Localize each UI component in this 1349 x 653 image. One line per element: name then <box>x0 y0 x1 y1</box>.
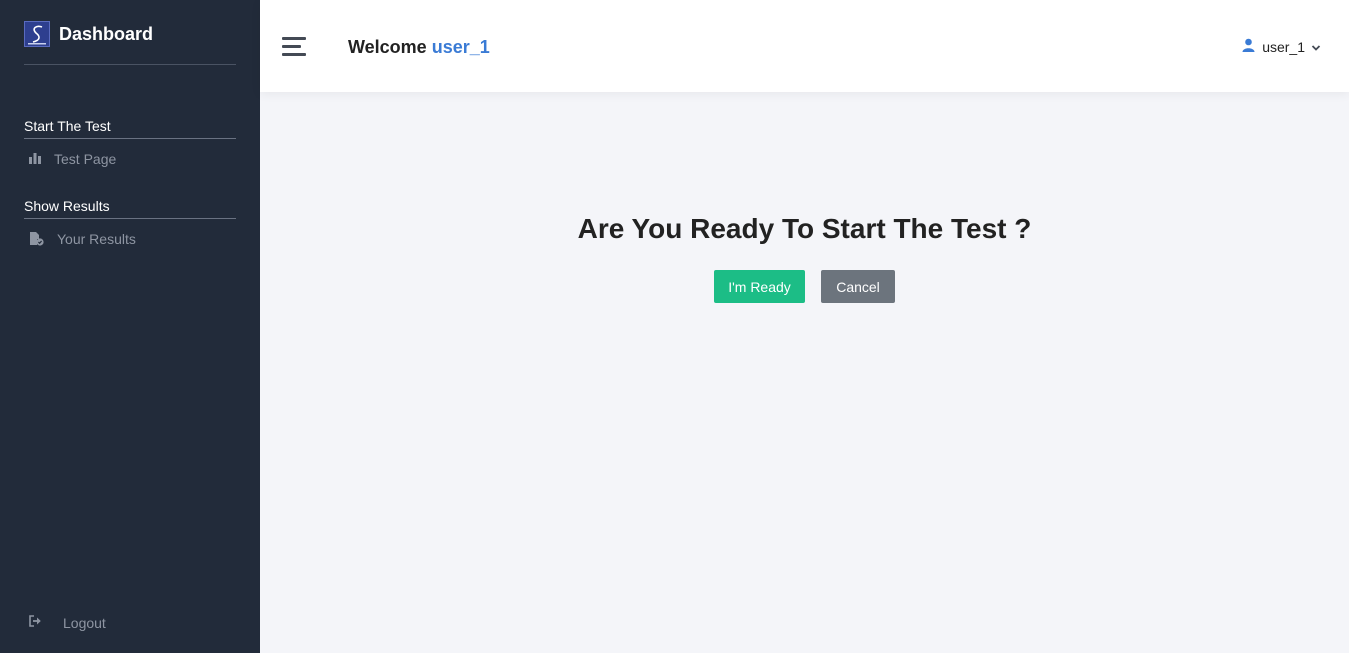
menu-toggle-icon[interactable] <box>282 37 306 57</box>
sidebar-item-test-page[interactable]: Test Page <box>28 151 116 167</box>
brand-title: Dashboard <box>59 24 154 44</box>
sidebar-item-your-results[interactable]: Your Results <box>28 231 136 247</box>
file-check-icon <box>28 231 44 247</box>
logout-icon <box>28 614 43 631</box>
user-icon <box>1242 38 1255 55</box>
ready-button[interactable]: I'm Ready <box>714 270 805 303</box>
welcome-text: Welcome user_1 <box>348 36 490 58</box>
sidebar-item-label: Your Results <box>57 231 136 247</box>
welcome-label: Welcome <box>348 37 427 57</box>
logout-label: Logout <box>63 614 106 631</box>
welcome-username: user_1 <box>431 37 490 57</box>
start-test-prompt: Are You Ready To Start The Test ? <box>577 213 1032 244</box>
user-menu-label: user_1 <box>1262 38 1305 55</box>
user-menu[interactable]: user_1 <box>1242 38 1321 55</box>
sidebar-item-label: Test Page <box>54 151 117 167</box>
top-header: Welcome user_1 user_1 <box>260 0 1349 92</box>
cancel-button[interactable]: Cancel <box>821 270 895 303</box>
logo <box>24 21 50 47</box>
bar-chart-icon <box>28 151 44 167</box>
logout-link[interactable]: Logout <box>28 614 106 631</box>
brand: Dashboard <box>24 21 236 65</box>
section-title-show-results: Show Results <box>24 198 236 219</box>
sidebar: Dashboard Start The Test Test Page Show … <box>0 0 260 653</box>
section-title-start-test: Start The Test <box>24 118 236 139</box>
chevron-down-icon <box>1311 39 1321 55</box>
